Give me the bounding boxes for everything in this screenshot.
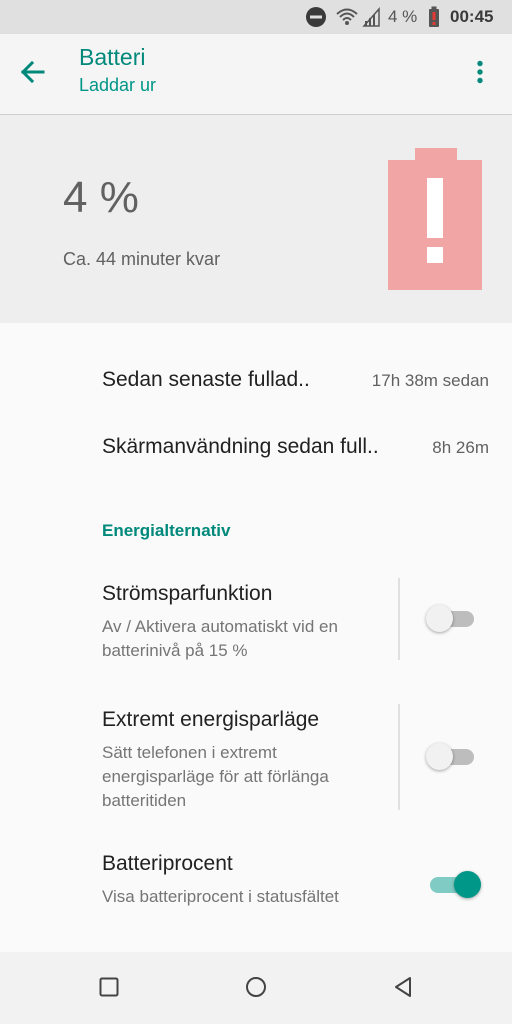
system-back-button[interactable] (386, 972, 420, 1006)
status-bar: 4 % 00:45 (0, 0, 512, 34)
battery-saver-toggle[interactable] (424, 600, 486, 636)
setting-summary: Av / Aktivera automatiskt vid en batteri… (102, 617, 338, 660)
status-time: 00:45 (450, 7, 494, 26)
stat-label: Sedan senaste fullad.. (102, 368, 310, 391)
app-bar: Batteri Laddar ur (0, 34, 512, 115)
stat-label: Skärmanvändning sedan full.. (102, 435, 379, 458)
stat-row-since-full-charge[interactable]: Sedan senaste fullad.. 17h 38m sedan (0, 354, 512, 410)
setting-summary: Sätt telefonen i extremt energisparläge … (102, 743, 329, 810)
divider (398, 704, 400, 810)
extreme-power-saving-toggle[interactable] (424, 738, 486, 774)
more-options-button[interactable] (468, 56, 492, 92)
status-battery-percent: 4 % (388, 7, 418, 26)
do-not-disturb-icon (305, 0, 327, 34)
setting-summary: Visa batteriprocent i statusfältet (102, 887, 339, 906)
battery-time-remaining: Ca. 44 minuter kvar (63, 249, 221, 269)
setting-title: Batteriprocent (102, 852, 233, 875)
battery-percentage-toggle[interactable] (424, 866, 486, 902)
stat-value: 8h 26m (432, 438, 489, 457)
recents-button[interactable] (92, 972, 126, 1006)
battery-alert-icon (388, 148, 482, 295)
cell-signal-icon (362, 0, 382, 34)
section-header-energy-options: Energialternativ (102, 521, 231, 540)
stat-row-screen-usage[interactable]: Skärmanvändning sedan full.. 8h 26m (0, 421, 512, 477)
battery-percent: 4 % (63, 173, 139, 222)
toggle-thumb (426, 605, 453, 632)
page-subtitle: Laddar ur (79, 75, 157, 95)
battery-summary-panel: 4 % Ca. 44 minuter kvar (0, 115, 512, 323)
wifi-icon (336, 0, 360, 34)
toggle-thumb (426, 743, 453, 770)
setting-title: Extremt energisparläge (102, 708, 320, 731)
back-button[interactable] (14, 56, 50, 92)
recents-square-icon (99, 977, 119, 1002)
battery-alert-icon (428, 0, 444, 34)
page-title: Batteri (79, 44, 146, 70)
setting-title: Strömsparfunktion (102, 582, 273, 605)
navigation-bar (0, 952, 512, 1024)
toggle-thumb (454, 871, 481, 898)
back-arrow-icon (19, 59, 45, 90)
back-triangle-icon (393, 976, 413, 1003)
divider (398, 578, 400, 660)
home-circle-icon (245, 976, 267, 1003)
home-button[interactable] (239, 972, 273, 1006)
stat-value: 17h 38m sedan (371, 371, 489, 390)
more-vert-icon (477, 60, 483, 89)
